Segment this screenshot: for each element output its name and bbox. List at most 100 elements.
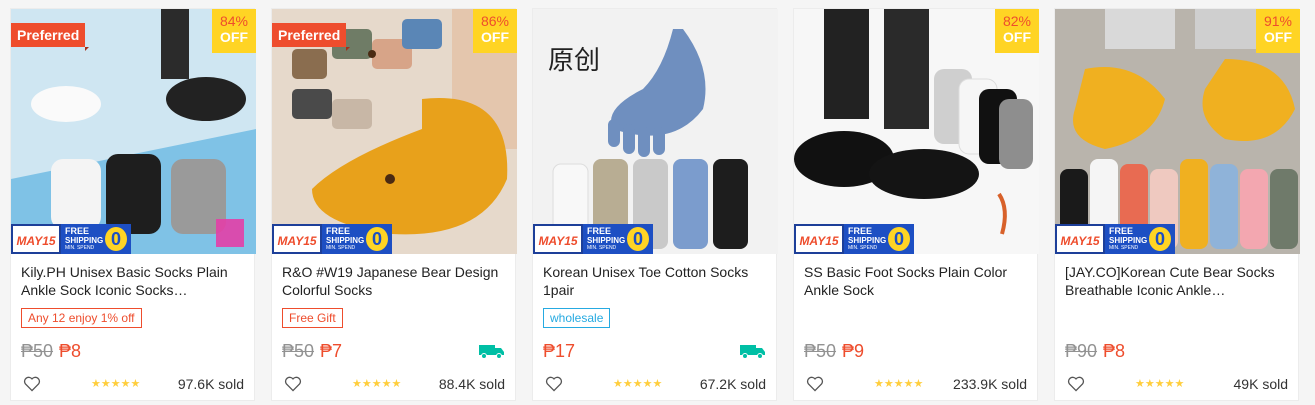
sold-count: 97.6K sold: [177, 376, 244, 392]
current-price: ₱7: [320, 341, 343, 361]
min-spend-amount: 0: [105, 227, 127, 251]
campaign-label: MAY15: [794, 224, 844, 254]
free-shipping-banner: MAY15 FREE SHIPPING MIN. SPEND 0: [533, 224, 653, 254]
campaign-label: MAY15: [533, 224, 583, 254]
price-row: ₱90 ₱8: [1065, 341, 1125, 361]
free-shipping-box: FREE SHIPPING MIN. SPEND 0: [1105, 224, 1175, 254]
min-spend-label: MIN. SPEND: [587, 245, 617, 251]
wholesale-tag: wholesale: [543, 308, 611, 328]
heart-icon[interactable]: [23, 376, 41, 392]
sold-count: 49K sold: [1233, 376, 1288, 392]
free-shipping-banner: MAY15 FREE SHIPPING MIN. SPEND 0: [11, 224, 131, 254]
preferred-badge: Preferred: [272, 23, 351, 51]
campaign-label: MAY15: [1055, 224, 1105, 254]
rating: ★★★★★: [1135, 377, 1184, 390]
min-spend-label: MIN. SPEND: [65, 245, 95, 251]
product-card[interactable]: Preferred 84% OFF MAY15 FREE SHIPPING MI…: [10, 8, 256, 401]
campaign-label: MAY15: [272, 224, 322, 254]
sold-count: 67.2K sold: [699, 376, 766, 392]
free-shipping-banner: MAY15 FREE SHIPPING MIN. SPEND 0: [794, 224, 914, 254]
product-image[interactable]: 原创 MAY15 FREE SHIPPING MIN. SPEND 0: [533, 9, 778, 254]
free-shipping-truck-icon: [479, 345, 504, 359]
discount-percent: 84%: [219, 13, 249, 29]
free-shipping-box: FREE SHIPPING MIN. SPEND 0: [583, 224, 653, 254]
free-shipping-box: FREE SHIPPING MIN. SPEND 0: [322, 224, 392, 254]
free-shipping-box: FREE SHIPPING MIN. SPEND 0: [61, 224, 131, 254]
discount-off-label: OFF: [220, 29, 248, 45]
price-row: ₱50 ₱7: [282, 341, 342, 361]
price-row: ₱50 ₱9: [804, 341, 864, 361]
socks-photo: 原创: [533, 9, 778, 254]
discount-off-label: OFF: [481, 29, 509, 45]
min-spend-amount: 0: [366, 227, 388, 251]
heart-icon[interactable]: [545, 376, 563, 392]
free-label: FREE: [65, 226, 90, 236]
rating: ★★★★★: [91, 377, 140, 390]
original-price: ₱90: [1065, 341, 1098, 361]
star-rating-icons: ★★★★★: [613, 378, 663, 390]
min-spend-amount: 0: [627, 227, 649, 251]
free-label: FREE: [848, 226, 873, 236]
rating: ★★★★★: [352, 377, 401, 390]
product-title[interactable]: SS Basic Foot Socks Plain Color Ankle So…: [804, 263, 1032, 299]
product-card[interactable]: 原创 MAY15 FREE SHIPPING MIN. SPEND 0 Kore…: [532, 8, 778, 401]
svg-text:原创: 原创: [548, 46, 600, 76]
min-spend-label: MIN. SPEND: [848, 245, 878, 251]
star-rating-icons: ★★★★★: [91, 378, 141, 390]
sold-count: 233.9K sold: [953, 376, 1027, 392]
min-spend-label: MIN. SPEND: [1109, 245, 1139, 251]
rating: ★★★★★: [613, 377, 662, 390]
min-spend-amount: 0: [1149, 227, 1171, 251]
discount-badge: 91% OFF: [1256, 9, 1300, 53]
star-rating-icons: ★★★★★: [352, 378, 402, 390]
discount-badge: 86% OFF: [473, 9, 517, 53]
current-price: ₱17: [543, 341, 576, 361]
free-shipping-banner: MAY15 FREE SHIPPING MIN. SPEND 0: [1055, 224, 1175, 254]
product-card[interactable]: Preferred 86% OFF MAY15 FREE SHIPPING MI…: [271, 8, 517, 401]
promo-tag: Any 12 enjoy 1% off: [21, 308, 142, 328]
free-shipping-box: FREE SHIPPING MIN. SPEND 0: [844, 224, 914, 254]
min-spend-label: MIN. SPEND: [326, 245, 356, 251]
current-price: ₱9: [842, 341, 865, 361]
product-card[interactable]: 82% OFF MAY15 FREE SHIPPING MIN. SPEND 0…: [793, 8, 1039, 401]
product-title[interactable]: Kily.PH Unisex Basic Socks Plain Ankle S…: [21, 263, 249, 299]
product-image[interactable]: 82% OFF MAY15 FREE SHIPPING MIN. SPEND 0: [794, 9, 1039, 254]
product-grid: Preferred 84% OFF MAY15 FREE SHIPPING MI…: [10, 8, 1300, 401]
discount-off-label: OFF: [1264, 29, 1292, 45]
star-rating-icons: ★★★★★: [1135, 378, 1185, 390]
heart-icon[interactable]: [1067, 376, 1085, 392]
product-image[interactable]: Preferred 86% OFF MAY15 FREE SHIPPING MI…: [272, 9, 517, 254]
promo-tag: Free Gift: [282, 308, 343, 328]
product-card[interactable]: 91% OFF MAY15 FREE SHIPPING MIN. SPEND 0…: [1054, 8, 1300, 401]
shipping-label: SHIPPING: [587, 236, 626, 245]
shipping-label: SHIPPING: [326, 236, 365, 245]
heart-icon[interactable]: [284, 376, 302, 392]
preferred-badge: Preferred: [11, 23, 90, 51]
product-title[interactable]: [JAY.CO]Korean Cute Bear Socks Breathabl…: [1065, 263, 1293, 299]
product-title[interactable]: Korean Unisex Toe Cotton Socks 1pair: [543, 263, 771, 299]
discount-percent: 91%: [1263, 13, 1293, 29]
original-price: ₱50: [804, 341, 837, 361]
free-shipping-truck-icon: [740, 345, 765, 359]
current-price: ₱8: [59, 341, 82, 361]
product-image[interactable]: Preferred 84% OFF MAY15 FREE SHIPPING MI…: [11, 9, 256, 254]
campaign-label: MAY15: [11, 224, 61, 254]
discount-badge: 84% OFF: [212, 9, 256, 53]
discount-off-label: OFF: [1003, 29, 1031, 45]
discount-percent: 86%: [480, 13, 510, 29]
free-shipping-banner: MAY15 FREE SHIPPING MIN. SPEND 0: [272, 224, 392, 254]
sold-count: 88.4K sold: [438, 376, 505, 392]
price-row: ₱50 ₱8: [21, 341, 81, 361]
free-label: FREE: [587, 226, 612, 236]
heart-icon[interactable]: [806, 376, 824, 392]
current-price: ₱8: [1103, 341, 1126, 361]
original-price: ₱50: [21, 341, 54, 361]
shipping-label: SHIPPING: [1109, 236, 1148, 245]
product-title[interactable]: R&O #W19 Japanese Bear Design Colorful S…: [282, 263, 510, 299]
shipping-label: SHIPPING: [65, 236, 104, 245]
min-spend-amount: 0: [888, 227, 910, 251]
discount-badge: 82% OFF: [995, 9, 1039, 53]
rating: ★★★★★: [874, 377, 923, 390]
star-rating-icons: ★★★★★: [874, 378, 924, 390]
product-image[interactable]: 91% OFF MAY15 FREE SHIPPING MIN. SPEND 0: [1055, 9, 1300, 254]
